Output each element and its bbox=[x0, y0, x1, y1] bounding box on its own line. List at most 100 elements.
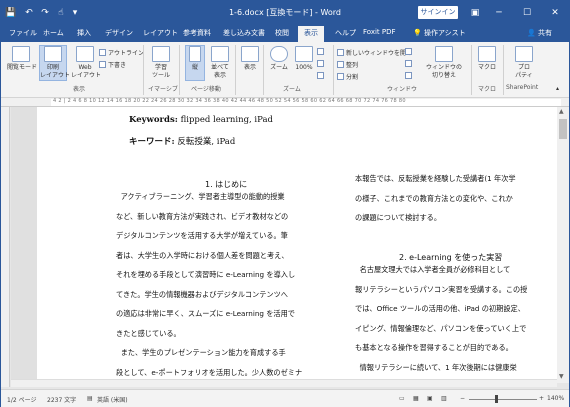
switch-windows-button[interactable]: ウィンドウの 切り替え bbox=[421, 46, 467, 80]
close-button[interactable]: ✕ bbox=[545, 5, 565, 21]
group-view-label: 表示 bbox=[73, 86, 86, 93]
learning-tools-icon bbox=[152, 46, 170, 62]
web-layout-status-icon[interactable]: ▥ bbox=[441, 395, 447, 402]
tab-file[interactable]: ファイル bbox=[9, 28, 37, 38]
switch-windows-icon bbox=[435, 46, 453, 62]
reset-window-button[interactable] bbox=[405, 72, 414, 80]
maximize-button[interactable]: ☐ bbox=[517, 5, 537, 21]
keywords-en-value: flipped learning, iPad bbox=[177, 115, 273, 125]
minimize-button[interactable]: ─ bbox=[489, 5, 509, 21]
show-label: 表示 bbox=[243, 64, 256, 71]
status-bar: 1/2 ページ 2237 文字 ▤ 英語 (米国) ▭ ▦ ▣ ▥ − + 14… bbox=[1, 389, 569, 407]
zoom-in-button[interactable]: + bbox=[539, 395, 544, 402]
scroll-thumb[interactable] bbox=[559, 119, 567, 139]
document-page[interactable]: Keywords: flipped learning, iPad キーワード: … bbox=[37, 107, 559, 383]
scroll-up-icon[interactable]: ▲ bbox=[559, 108, 564, 115]
draft-label: 下書き bbox=[108, 62, 127, 69]
ribbon: 閲覧モード 印刷 レイアウト Web レイアウト アウトライン 下書き 表示 学… bbox=[1, 42, 569, 98]
signin-button[interactable]: サインイン bbox=[418, 6, 458, 19]
group-separator bbox=[143, 45, 144, 95]
properties-icon bbox=[515, 46, 533, 62]
tab-review[interactable]: 校閲 bbox=[275, 28, 289, 38]
focus-mode-icon[interactable]: ▭ bbox=[399, 395, 405, 402]
scroll-down-icon[interactable]: ▼ bbox=[559, 373, 564, 380]
learning-tools-label: 学習 ツール bbox=[151, 64, 170, 79]
page-width-button[interactable] bbox=[317, 72, 326, 80]
print-layout-button[interactable]: 印刷 レイアウト bbox=[39, 45, 70, 81]
zoom-100-button[interactable]: 100% bbox=[293, 46, 315, 72]
new-window-button[interactable]: 新しいウィンドウを開く bbox=[337, 48, 412, 57]
zoom-100-icon bbox=[295, 46, 313, 62]
web-layout-label: Web レイアウト bbox=[71, 64, 102, 79]
ribbon-display-options-icon[interactable]: ▣ bbox=[465, 5, 485, 21]
switch-windows-label: ウィンドウの 切り替え bbox=[425, 64, 462, 79]
sync-scroll-icon bbox=[405, 60, 412, 67]
outline-button[interactable]: アウトライン bbox=[99, 48, 144, 57]
macros-icon bbox=[478, 46, 496, 62]
zoom-button[interactable]: ズーム bbox=[267, 46, 291, 72]
outline-label: アウトライン bbox=[108, 50, 145, 57]
arrange-all-button[interactable]: 整列 bbox=[337, 60, 358, 69]
tab-layout[interactable]: レイアウト bbox=[143, 28, 178, 38]
one-page-icon bbox=[317, 48, 324, 55]
group-zoom-label: ズーム bbox=[283, 86, 301, 93]
view-side-by-side-icon bbox=[405, 48, 412, 55]
group-separator bbox=[503, 45, 504, 95]
column-1-text: アクティブラーニング、学習者主導型の能動的授業 など、新しい教育方法が実践され、… bbox=[116, 192, 303, 377]
properties-button[interactable]: プロ パティ bbox=[511, 46, 537, 80]
split-button[interactable]: 分割 bbox=[337, 72, 358, 81]
horizontal-ruler[interactable]: 4 2 | 2 4 6 8 10 12 14 16 18 20 22 24 26… bbox=[1, 98, 569, 107]
tab-home[interactable]: ホーム bbox=[43, 28, 64, 38]
sync-scroll-button[interactable] bbox=[405, 60, 414, 68]
print-layout-status-icon[interactable]: ▣ bbox=[427, 395, 433, 402]
page-count[interactable]: 1/2 ページ bbox=[7, 395, 36, 404]
vertical-button[interactable]: 縦 bbox=[185, 45, 205, 81]
word-count[interactable]: 2237 文字 bbox=[47, 395, 76, 404]
macros-label: マクロ bbox=[477, 64, 496, 71]
tab-design[interactable]: デザイン bbox=[105, 28, 133, 38]
zoom-out-button[interactable]: − bbox=[460, 395, 465, 402]
tab-view[interactable]: 表示 bbox=[298, 26, 324, 42]
show-dropdown[interactable]: 表示 bbox=[239, 46, 261, 72]
group-window-label: ウィンドウ bbox=[387, 86, 418, 93]
vertical-ruler[interactable] bbox=[1, 107, 10, 387]
learning-tools-button[interactable]: 学習 ツール bbox=[148, 46, 174, 80]
tab-mailings[interactable]: 差し込み文書 bbox=[223, 28, 265, 38]
group-separator bbox=[235, 45, 236, 95]
macros-button[interactable]: マクロ bbox=[475, 46, 499, 72]
collapse-ribbon-icon[interactable]: ▴ bbox=[556, 85, 559, 92]
share-button[interactable]: 👤 共有 bbox=[527, 28, 552, 38]
word-window: 💾 ↶ ↷ ☝ ▾ 1-6.docx [互換モード] - Word サインイン … bbox=[0, 0, 570, 407]
group-separator bbox=[333, 45, 334, 95]
tab-foxit[interactable]: Foxit PDF bbox=[363, 28, 396, 36]
tab-help[interactable]: ヘルプ bbox=[335, 28, 356, 38]
web-layout-button[interactable]: Web レイアウト bbox=[71, 46, 102, 80]
proofing-icon[interactable]: ▤ bbox=[87, 395, 93, 402]
zoom-slider-knob[interactable] bbox=[495, 395, 498, 403]
read-mode-status-icon[interactable]: ▦ bbox=[413, 395, 419, 402]
horizontal-scrollbar[interactable] bbox=[11, 379, 557, 387]
tab-insert[interactable]: 挿入 bbox=[77, 28, 91, 38]
page-width-icon bbox=[317, 72, 324, 79]
language-status[interactable]: 英語 (米国) bbox=[97, 395, 128, 404]
group-separator bbox=[471, 45, 472, 95]
view-side-by-side-button[interactable] bbox=[405, 48, 414, 56]
share-label: 共有 bbox=[537, 29, 552, 37]
tell-me-search[interactable]: 💡 操作アシスト bbox=[413, 28, 466, 38]
vertical-scrollbar[interactable]: ▲ ▼ bbox=[557, 107, 569, 383]
read-mode-button[interactable]: 閲覧モード bbox=[7, 46, 37, 72]
keywords-en: Keywords: flipped learning, iPad bbox=[129, 115, 273, 125]
tab-references[interactable]: 参考資料 bbox=[183, 28, 211, 38]
zoom-level[interactable]: 140% bbox=[547, 395, 564, 402]
side-by-side-button[interactable]: 並べて 表示 bbox=[208, 46, 232, 80]
group-macro-label: マクロ bbox=[478, 86, 497, 93]
keywords-en-label: Keywords: bbox=[129, 115, 178, 125]
book-icon bbox=[12, 46, 30, 62]
one-page-button[interactable] bbox=[317, 48, 326, 56]
new-window-icon bbox=[337, 49, 344, 56]
reset-window-icon bbox=[405, 72, 412, 79]
multiple-pages-button[interactable] bbox=[317, 60, 326, 68]
globe-icon bbox=[76, 46, 94, 62]
draft-button[interactable]: 下書き bbox=[99, 60, 126, 69]
zoom-slider-track[interactable] bbox=[469, 399, 537, 400]
